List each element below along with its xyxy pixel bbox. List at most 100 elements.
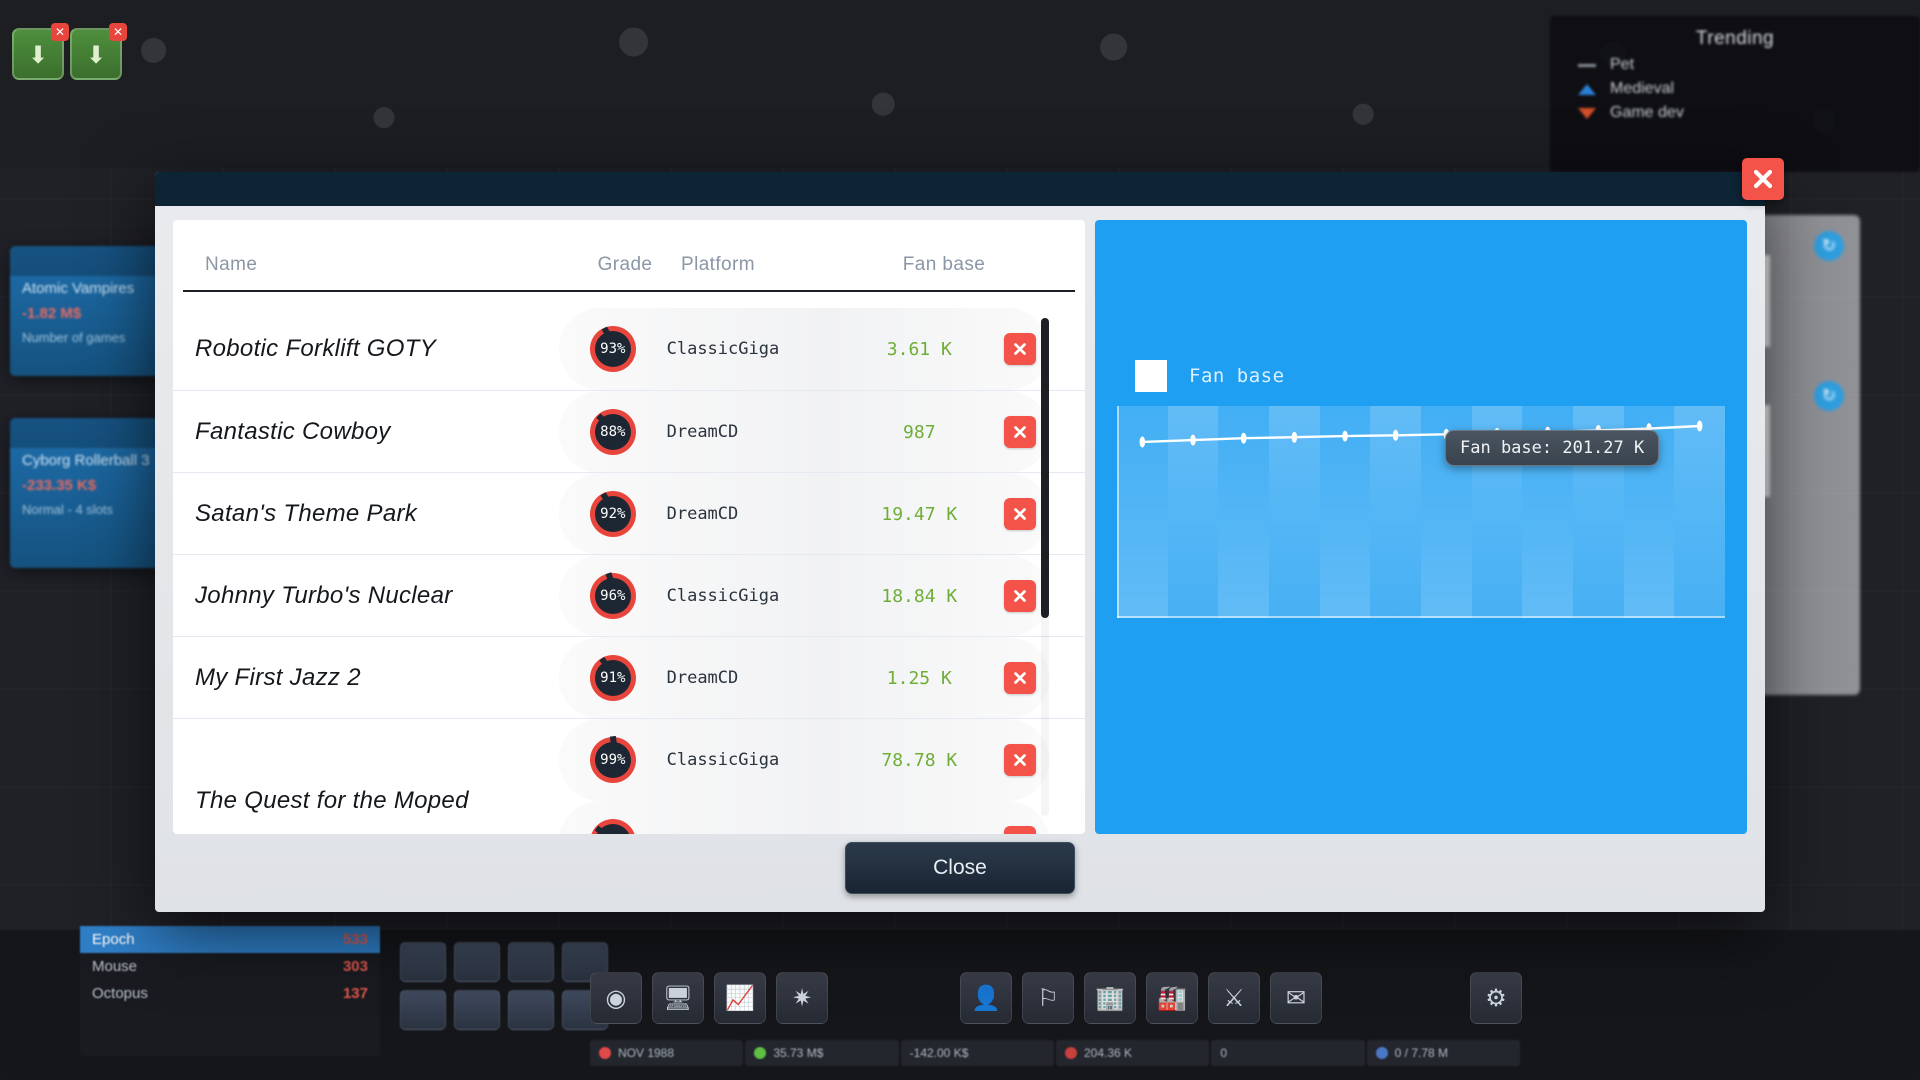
grade-ring: 88%: [589, 409, 636, 455]
chart-data-point: [1392, 429, 1399, 441]
grade-ring-gap: [599, 656, 612, 671]
table-scroll-area[interactable]: Robotic Forklift GOTY 93% ClassicGiga 3.61 …: [173, 308, 1085, 834]
grade-value: 91%: [600, 670, 626, 686]
status-segment: 204.36 K: [1055, 1040, 1210, 1066]
delete-row-button[interactable]: [1004, 580, 1037, 612]
modal-close-x-button[interactable]: [1742, 158, 1784, 200]
status-text: 35.73 M$: [773, 1046, 824, 1060]
refresh-icon: ↻: [1814, 231, 1844, 261]
column-header-platform: Platform: [681, 254, 755, 275]
list-item: Octopus 137: [80, 980, 380, 1007]
trend-up-icon: [1578, 83, 1596, 95]
coin-icon: [1375, 1047, 1388, 1059]
game-name: Satan's Theme Park: [195, 499, 418, 527]
heart-icon: [1064, 1047, 1077, 1059]
trending-item: Pet: [1550, 50, 1920, 74]
background-toolbar-group: 👤 ⚐ 🏢 🏭 ⚔ ✉: [960, 972, 1322, 1024]
grade-ring-gap: [609, 735, 618, 750]
grid-cell: [508, 942, 554, 982]
platform-cell: ClassicGiga: [666, 339, 780, 359]
table-header-row: Name Grade Platform Fan base: [183, 220, 1075, 292]
chart-data-point: [1696, 420, 1703, 432]
chart-legend: Fan base: [1135, 360, 1285, 392]
delete-icon: [1014, 508, 1027, 520]
grade-ring-gap: [601, 326, 614, 341]
refresh-icon: ↻: [1814, 381, 1844, 411]
delete-row-button[interactable]: [1004, 662, 1037, 694]
dialog-body: Name Grade Platform Fan base Robotic For…: [155, 206, 1765, 912]
table-scrollbar[interactable]: [1041, 318, 1049, 816]
fan-base-cell: 987: [903, 421, 936, 443]
delete-icon: [1014, 426, 1027, 438]
grade-ring: 93%: [589, 326, 636, 372]
platform-cell: DreamCD: [667, 832, 848, 834]
grade-ring-gap: [600, 492, 613, 507]
money-icon: [754, 1047, 767, 1059]
chart-icon: 📈: [714, 972, 766, 1024]
grade-ring-gap: [594, 825, 609, 834]
background-status-bar: NOV 1988 35.73 M$ -142.00 K$ 204.36 K 0 …: [590, 1040, 1520, 1066]
background-side-list: Epoch 533 Mouse 303 Octopus 137: [80, 926, 380, 1056]
status-text: NOV 1988: [618, 1046, 675, 1060]
delete-row-button[interactable]: [1004, 826, 1037, 834]
game-name: Johnny Turbo's Nuclear: [195, 581, 453, 609]
game-group: Fantastic Cowboy 88% DreamCD 987: [173, 390, 1085, 473]
status-text: 0 / 7.78 M: [1394, 1046, 1449, 1060]
table-row[interactable]: 91% DreamCD 1.25 K: [559, 637, 1049, 719]
grid-cell: [508, 990, 554, 1030]
list-item: Epoch 533: [80, 926, 380, 953]
table-row[interactable]: 96% ClassicGiga 18.84 K: [559, 555, 1049, 637]
chart-data-point: [1240, 432, 1247, 444]
chart-tooltip: Fan base: 201.27 K: [1445, 430, 1660, 466]
download-icon: ⬇: [27, 42, 49, 69]
platform-cell: DreamCD: [666, 668, 739, 688]
close-icon: [1753, 169, 1773, 189]
table-row[interactable]: 99% ClassicGiga 78.78 K: [559, 719, 1049, 801]
delete-cell: [991, 826, 1049, 834]
settings-icon: ⚙: [1470, 972, 1522, 1024]
game-name: Fantastic Cowboy: [195, 417, 391, 445]
grade-cell: 91%: [559, 655, 667, 701]
trending-panel: Trending Pet Medieval Game dev: [1550, 16, 1920, 172]
flag-icon: ⚐: [1022, 972, 1074, 1024]
fan-base-cell: 1.25 K: [886, 667, 952, 689]
table-row[interactable]: 92% DreamCD 19.47 K: [559, 473, 1049, 555]
grade-cell: 92%: [559, 491, 667, 537]
trending-title: Trending: [1695, 28, 1775, 49]
list-item-value: 533: [342, 931, 368, 948]
delete-row-button[interactable]: [1004, 744, 1037, 776]
trending-item-label: Pet: [1610, 56, 1635, 73]
background-icon-grid: [400, 942, 608, 1030]
column-header-name: Name: [205, 254, 258, 275]
delete-row-button[interactable]: [1004, 498, 1037, 530]
game-group: The Quest for the Moped 99% ClassicGiga 78.…: [173, 718, 1085, 834]
grade-value: 99%: [600, 752, 626, 768]
grade-cell: 88%: [559, 409, 667, 455]
fan-base-chart-panel: Fan base DECJANFEBMARAPRMAYJUNJULAUGSEPO…: [1095, 220, 1747, 834]
table-row[interactable]: 93% ClassicGiga 3.61 K: [559, 308, 1049, 390]
mail-icon: ✉: [1270, 972, 1322, 1024]
grade-value: 88%: [600, 424, 626, 440]
delete-row-button[interactable]: [1004, 333, 1037, 365]
swords-icon: ⚔: [1208, 972, 1260, 1024]
table-row[interactable]: 88% DreamCD 987: [559, 391, 1049, 473]
list-item-label: Epoch: [92, 931, 135, 948]
fan-base-cell: 19.47 K: [881, 503, 958, 525]
building-icon: 🏢: [1084, 972, 1136, 1024]
delete-icon: [1014, 754, 1027, 766]
close-button[interactable]: Close: [845, 842, 1075, 894]
column-header-grade: Grade: [597, 254, 653, 275]
grid-cell: [400, 990, 446, 1030]
table-row[interactable]: 86% DreamCD4.05 K: [559, 801, 1049, 834]
platform-cell: DreamCD: [666, 504, 739, 524]
scrollbar-thumb[interactable]: [1041, 318, 1049, 618]
status-segment: 0 / 7.78 M: [1366, 1040, 1520, 1066]
trending-item: Game dev: [1550, 98, 1920, 122]
factory-icon: 🏭: [1146, 972, 1198, 1024]
delete-icon: [1014, 343, 1027, 355]
delete-row-button[interactable]: [1004, 416, 1037, 448]
grade-ring: 96%: [589, 572, 636, 619]
chart-data-point: [1190, 434, 1196, 446]
status-text: 0: [1220, 1046, 1227, 1060]
status-segment: 35.73 M$: [745, 1040, 899, 1066]
